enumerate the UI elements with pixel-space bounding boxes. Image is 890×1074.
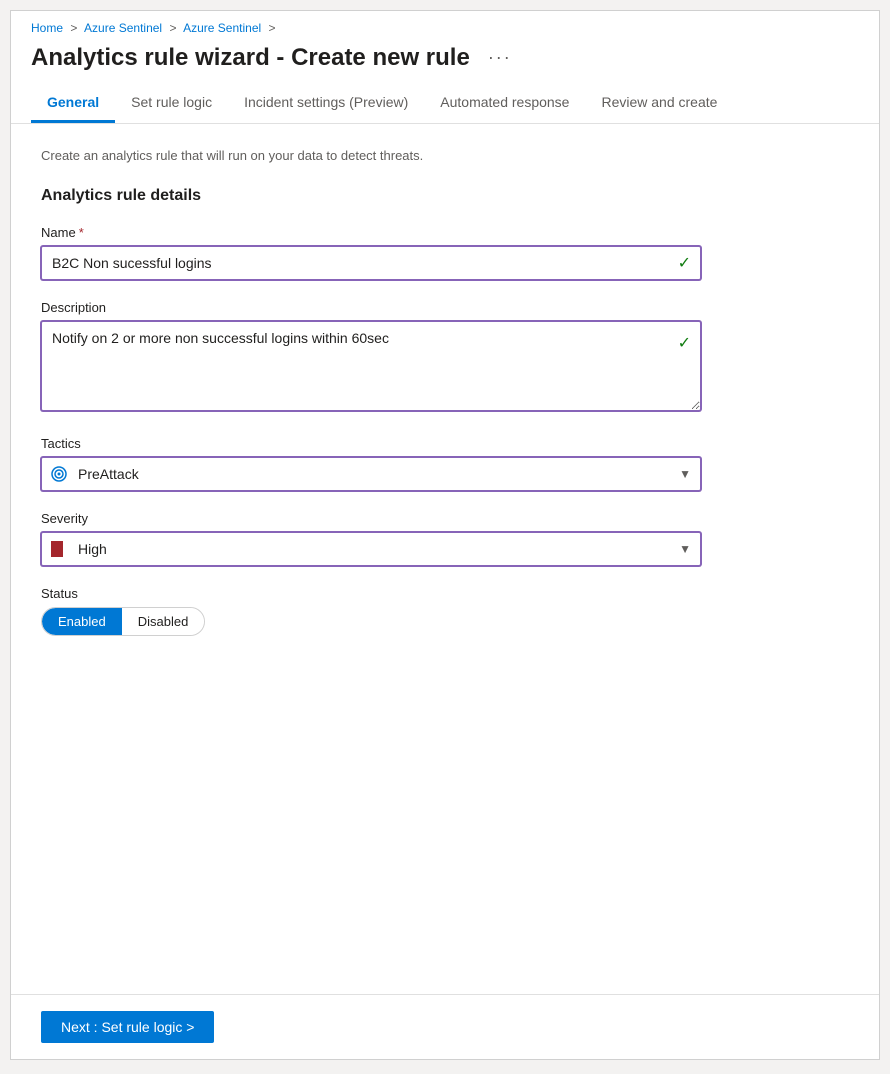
- status-label: Status: [41, 586, 849, 601]
- tabs-bar: General Set rule logic Incident settings…: [11, 84, 879, 124]
- breadcrumb-sentinel2[interactable]: Azure Sentinel: [183, 21, 261, 35]
- intro-description: Create an analytics rule that will run o…: [41, 148, 849, 163]
- tab-review-create[interactable]: Review and create: [585, 84, 733, 123]
- required-indicator: *: [79, 225, 84, 240]
- tab-set-rule-logic[interactable]: Set rule logic: [115, 84, 228, 123]
- tactics-select-wrapper: PreAttack InitialAccess Execution Persis…: [41, 457, 701, 491]
- status-field-group: Status Enabled Disabled: [41, 586, 849, 636]
- severity-icon: [51, 541, 67, 557]
- section-title: Analytics rule details: [41, 187, 849, 205]
- toggle-enabled-option[interactable]: Enabled: [42, 608, 122, 635]
- tactics-select[interactable]: PreAttack InitialAccess Execution Persis…: [41, 457, 701, 491]
- page-container: Home > Azure Sentinel > Azure Sentinel >…: [10, 10, 880, 1060]
- next-button[interactable]: Next : Set rule logic >: [41, 1011, 214, 1043]
- content-area: Create an analytics rule that will run o…: [11, 124, 879, 994]
- name-input[interactable]: [41, 246, 701, 280]
- name-label: Name *: [41, 225, 849, 240]
- description-input[interactable]: Notify on 2 or more non successful login…: [41, 321, 701, 411]
- description-label: Description: [41, 300, 849, 315]
- severity-field-group: Severity High Medium Low Informational ▼: [41, 511, 849, 566]
- description-input-wrapper: Notify on 2 or more non successful login…: [41, 321, 701, 416]
- ellipsis-button[interactable]: ···: [480, 43, 520, 72]
- toggle-disabled-option[interactable]: Disabled: [122, 608, 205, 635]
- page-title: Analytics rule wizard - Create new rule: [31, 44, 470, 72]
- breadcrumb-home[interactable]: Home: [31, 21, 63, 35]
- page-header: Analytics rule wizard - Create new rule …: [11, 39, 879, 84]
- tactics-label: Tactics: [41, 436, 849, 451]
- severity-select-wrapper: High Medium Low Informational ▼: [41, 532, 701, 566]
- status-toggle[interactable]: Enabled Disabled: [41, 607, 205, 636]
- severity-select[interactable]: High Medium Low Informational: [41, 532, 701, 566]
- name-check-icon: ✓: [678, 253, 691, 273]
- severity-color-indicator: [51, 541, 63, 557]
- description-check-icon: ✓: [678, 333, 691, 353]
- footer-area: Next : Set rule logic >: [11, 994, 879, 1059]
- description-field-group: Description Notify on 2 or more non succ…: [41, 300, 849, 416]
- tab-incident-settings[interactable]: Incident settings (Preview): [228, 84, 424, 123]
- name-field-group: Name * ✓: [41, 225, 849, 280]
- tactics-icon: [51, 466, 67, 482]
- severity-label: Severity: [41, 511, 849, 526]
- tactics-field-group: Tactics PreAttack InitialAccess Executio…: [41, 436, 849, 491]
- breadcrumb: Home > Azure Sentinel > Azure Sentinel >: [11, 11, 879, 39]
- tab-general[interactable]: General: [31, 84, 115, 123]
- name-input-wrapper: ✓: [41, 246, 701, 280]
- breadcrumb-sentinel1[interactable]: Azure Sentinel: [84, 21, 162, 35]
- tab-automated-response[interactable]: Automated response: [424, 84, 585, 123]
